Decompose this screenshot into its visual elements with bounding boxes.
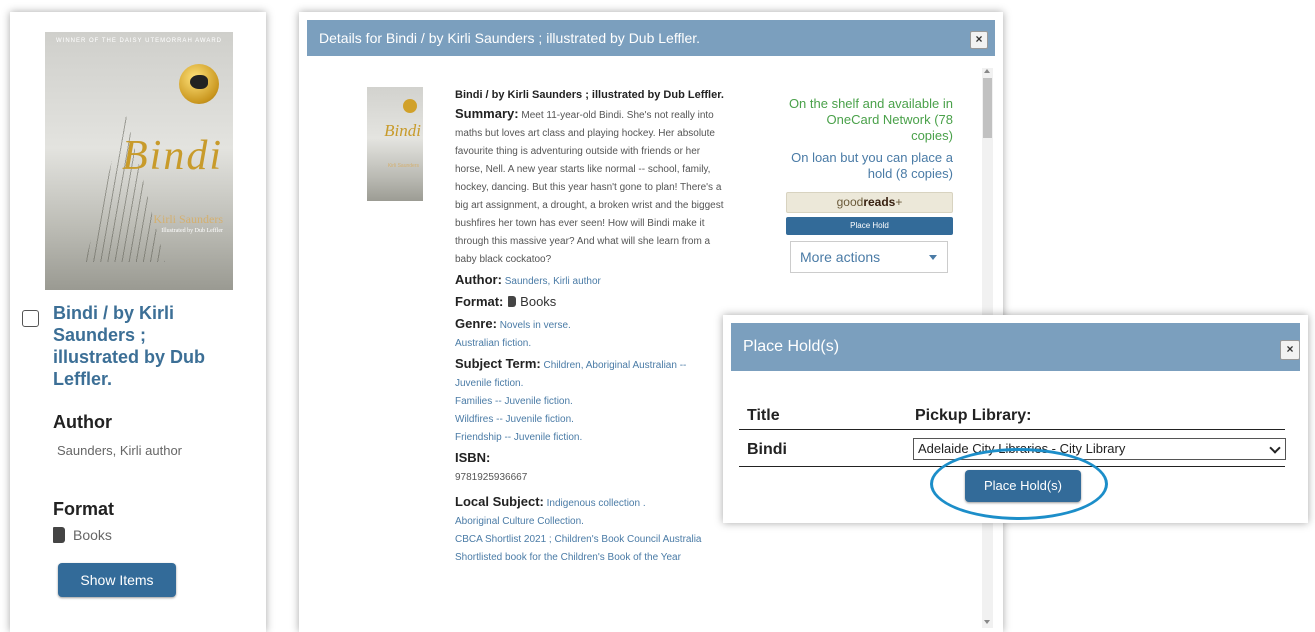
- col-header-title: Title: [747, 407, 780, 424]
- subject-link[interactable]: Children, Aboriginal Australian --: [544, 360, 687, 371]
- cover-illustrator: Illustrated by Dub Leffler: [161, 228, 223, 234]
- local-subject-row: Local Subject: Indigenous collection . A…: [455, 493, 727, 567]
- place-hold-button[interactable]: Place Hold: [786, 217, 953, 235]
- chevron-down-icon: [1269, 442, 1281, 454]
- search-result-card: WINNER OF THE DAISY UTEMORRAH AWARD Bind…: [10, 12, 266, 632]
- subject-label: Subject Term:: [455, 356, 541, 371]
- highlight-ring: [930, 448, 1108, 520]
- book-icon: [53, 527, 65, 543]
- scroll-down-icon[interactable]: [984, 620, 990, 624]
- author-label: Author: [53, 412, 112, 432]
- goodreads-plus: +: [895, 195, 903, 209]
- scroll-up-icon[interactable]: [984, 69, 990, 73]
- close-icon[interactable]: ×: [1280, 340, 1300, 360]
- local-subject-link[interactable]: Shortlisted book for the Children's Book…: [455, 552, 681, 563]
- local-subject-label: Local Subject:: [455, 494, 544, 509]
- show-items-button[interactable]: Show Items: [58, 563, 176, 597]
- cover-author: Kirli Saunders: [153, 212, 223, 226]
- availability-loan[interactable]: On loan but you can place a hold (8 copi…: [786, 150, 953, 182]
- more-actions-label: More actions: [800, 249, 881, 265]
- author-label: Author:: [455, 272, 502, 287]
- book-icon: [508, 296, 517, 307]
- author-link[interactable]: Saunders, Kirli author: [505, 276, 601, 287]
- award-medal-icon: [403, 99, 417, 113]
- table-divider: [739, 429, 1285, 430]
- cover-author: Kirli Saunders: [387, 163, 419, 169]
- format-value: Books: [520, 294, 557, 309]
- details-header-title: Details for Bindi / by Kirli Saunders ; …: [319, 30, 701, 46]
- format-value: Books: [53, 525, 112, 546]
- isbn-label: ISBN:: [455, 450, 491, 465]
- genre-link[interactable]: Australian fiction.: [455, 338, 531, 349]
- author-row: Author: Saunders, Kirli author: [455, 271, 727, 291]
- goodreads-text-b: reads: [863, 195, 896, 209]
- summary-text: Meet 11-year-old Bindi. She's not really…: [455, 110, 724, 265]
- cover-banner: WINNER OF THE DAISY UTEMORRAH AWARD: [55, 38, 222, 44]
- subject-link[interactable]: Juvenile fiction.: [455, 378, 523, 389]
- select-checkbox[interactable]: [22, 310, 39, 327]
- genre-link[interactable]: Novels in verse.: [500, 320, 571, 331]
- caret-down-icon: [929, 255, 937, 260]
- genre-row: Genre: Novels in verse. Australian ficti…: [455, 315, 727, 353]
- book-cover-small[interactable]: Bindi Kirli Saunders: [367, 87, 423, 201]
- goodreads-button[interactable]: goodreads+: [786, 192, 953, 213]
- cover-title: Bindi: [384, 121, 421, 140]
- subject-link[interactable]: Friendship -- Juvenile fiction.: [455, 432, 582, 443]
- close-icon[interactable]: ×: [970, 31, 988, 49]
- goodreads-text-a: good: [836, 195, 864, 209]
- hold-header-title: Place Hold(s): [743, 338, 840, 355]
- summary-label: Summary:: [455, 106, 519, 121]
- subject-link[interactable]: Wildfires -- Juvenile fiction.: [455, 414, 574, 425]
- isbn-value: 9781925936667: [455, 472, 528, 483]
- format-label: Format: [53, 499, 115, 519]
- format-row: Format: Books: [455, 293, 727, 313]
- subject-row: Subject Term: Children, Aboriginal Austr…: [455, 355, 727, 447]
- more-actions-dropdown[interactable]: More actions: [790, 241, 948, 273]
- local-subject-link[interactable]: CBCA Shortlist 2021 ; Children's Book Co…: [455, 534, 701, 545]
- row-title: Bindi: [747, 441, 787, 458]
- award-medal-icon: [179, 64, 219, 104]
- place-hold-modal: Place Hold(s) × Title Pickup Library: Bi…: [723, 315, 1308, 523]
- availability-shelf[interactable]: On the shelf and available in OneCard Ne…: [786, 96, 953, 144]
- col-header-pickup: Pickup Library:: [915, 407, 1032, 424]
- record-title: Bindi / by Kirli Saunders ; illustrated …: [455, 89, 724, 101]
- subject-link[interactable]: Families -- Juvenile fiction.: [455, 396, 573, 407]
- availability-panel: On the shelf and available in OneCard Ne…: [786, 96, 953, 182]
- isbn-row: ISBN: 9781925936667: [455, 449, 727, 487]
- format-value-text: Books: [73, 527, 112, 543]
- record-details: Bindi / by Kirli Saunders ; illustrated …: [455, 88, 727, 567]
- local-subject-link[interactable]: Indigenous collection .: [547, 498, 646, 509]
- author-value[interactable]: Saunders, Kirli author: [53, 440, 197, 461]
- book-cover-large[interactable]: WINNER OF THE DAISY UTEMORRAH AWARD Bind…: [45, 32, 233, 290]
- format-label: Format:: [455, 294, 504, 309]
- hold-header: Place Hold(s): [731, 323, 1300, 371]
- local-subject-link[interactable]: Aboriginal Culture Collection.: [455, 516, 584, 527]
- details-header: Details for Bindi / by Kirli Saunders ; …: [307, 20, 995, 56]
- cover-title: Bindi: [122, 133, 223, 179]
- summary-block: Summary: Meet 11-year-old Bindi. She's n…: [455, 105, 727, 269]
- genre-label: Genre:: [455, 316, 497, 331]
- book-title-link[interactable]: Bindi / by Kirli Saunders ; illustrated …: [53, 302, 233, 390]
- scroll-thumb[interactable]: [983, 78, 992, 138]
